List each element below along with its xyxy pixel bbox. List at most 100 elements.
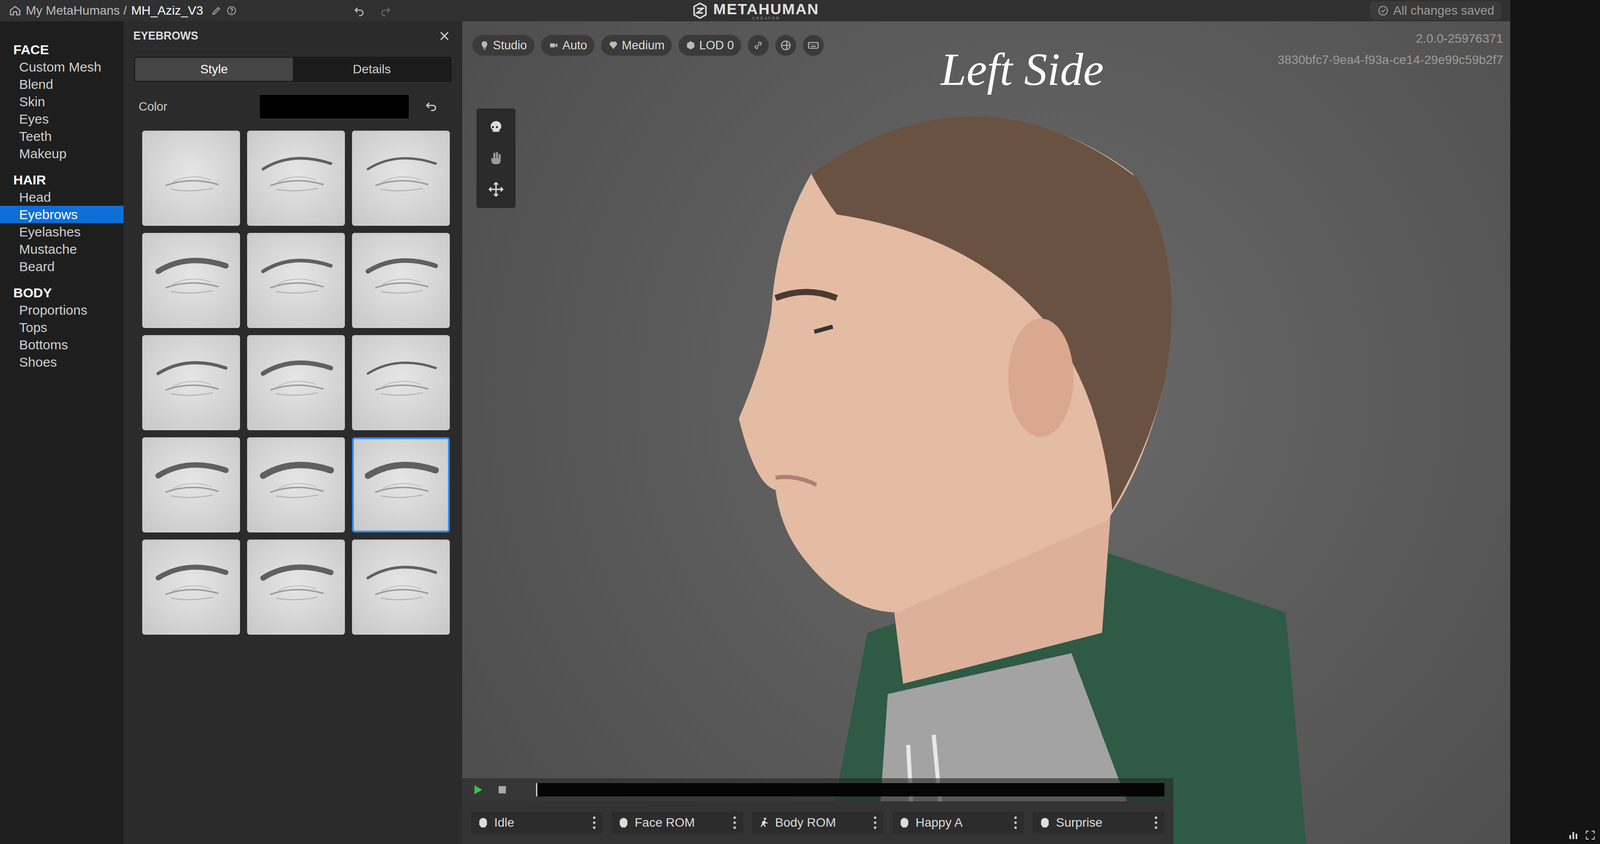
id-text: 3830bfc7-9ea4-f93a-ce14-29e99c59b2f7 [1277, 50, 1504, 70]
edit-icon[interactable] [211, 5, 222, 16]
undo-icon[interactable] [352, 4, 366, 18]
app-window: My MetaHumans /MH_Aziz_V3METAHUMANCREATO… [0, 0, 1511, 844]
eyebrow-style-card[interactable] [247, 232, 345, 328]
animation-chip[interactable]: Body ROM [752, 811, 884, 834]
eyebrow-style-card[interactable] [142, 335, 240, 431]
sidebar-item[interactable]: Mustache [0, 240, 124, 258]
more-icon[interactable] [732, 816, 737, 830]
animation-label: Idle [494, 813, 587, 832]
breadcrumb-root[interactable]: My MetaHumans / [25, 1, 127, 20]
reset-icon[interactable] [423, 99, 439, 115]
viewport-toolbar: Studio AutoMedium LOD 0 [472, 34, 824, 56]
eyebrow-style-card[interactable] [352, 539, 450, 635]
skull-icon[interactable] [488, 119, 504, 136]
eyebrow-style-card[interactable] [352, 130, 450, 226]
toolbar-button[interactable]: Medium [600, 34, 672, 56]
move-icon[interactable] [488, 181, 504, 198]
sidebar-item[interactable]: Makeup [0, 144, 124, 163]
toolbar-button[interactable]: Studio [472, 34, 535, 56]
face-icon [477, 816, 489, 829]
tab[interactable]: Details [292, 57, 451, 81]
eyebrow-style-card[interactable] [352, 232, 450, 328]
logo: METAHUMANCREATOR [691, 1, 820, 21]
sidebar-item[interactable]: Beard [0, 257, 124, 276]
color-row: Color [123, 93, 463, 120]
sidebar-item[interactable]: Tops [0, 318, 124, 336]
check-icon [1377, 4, 1389, 17]
more-icon[interactable] [1013, 816, 1018, 830]
face-icon [898, 816, 911, 829]
more-icon[interactable] [872, 816, 878, 830]
more-icon[interactable] [1153, 816, 1159, 830]
color-label: Color [138, 97, 260, 116]
right-margin [1510, 0, 1600, 844]
globe-icon [780, 39, 792, 52]
style-grid [142, 130, 450, 635]
eyebrow-style-card[interactable] [247, 130, 345, 226]
sculpt-icon[interactable] [488, 150, 504, 167]
save-status: All changes saved [1370, 1, 1502, 20]
version-text: 2.0.0-25976371 [1416, 29, 1504, 48]
eyebrows-panel: EYEBROWS StyleDetails Color [123, 21, 463, 844]
eyebrow-style-card[interactable] [142, 539, 240, 635]
logo-title: METAHUMAN [713, 1, 820, 17]
top-bar: My MetaHumans /MH_Aziz_V3METAHUMANCREATO… [0, 0, 1511, 22]
sidebar: FACECustom MeshBlendSkinEyesTeethMakeupH… [0, 21, 124, 844]
animation-chip[interactable]: Surprise [1032, 811, 1165, 834]
fullscreen-icon[interactable] [1584, 829, 1596, 841]
toolbar-icon-button[interactable] [747, 34, 769, 56]
more-icon[interactable] [592, 816, 597, 830]
animation-list: Idle Face ROM Body ROM Happy A Surprise [462, 801, 1174, 844]
sidebar-item[interactable]: Head [0, 188, 124, 206]
eyebrow-style-card[interactable] [247, 539, 345, 635]
eyebrow-style-card[interactable] [247, 335, 345, 431]
home-icon[interactable] [8, 4, 22, 17]
sidebar-item[interactable]: Proportions [0, 301, 124, 319]
camera-icon [548, 40, 560, 51]
sidebar-item[interactable]: Blend [0, 75, 124, 93]
sidebar-item[interactable]: Custom Mesh [0, 58, 124, 76]
sidebar-item[interactable]: Teeth [0, 127, 124, 145]
eyebrow-style-card[interactable] [247, 437, 345, 533]
stats-icon[interactable] [1568, 829, 1579, 841]
toolbar-label: Studio [492, 36, 528, 55]
eyebrow-style-card[interactable] [142, 232, 240, 328]
color-swatch[interactable] [259, 94, 410, 120]
sidebar-item[interactable]: Shoes [0, 353, 124, 371]
sidebar-item[interactable]: Bottoms [0, 336, 124, 354]
close-icon[interactable] [438, 29, 451, 43]
breadcrumb: My MetaHumans /MH_Aziz_V3 [8, 1, 692, 20]
toolbar-button[interactable]: LOD 0 [678, 34, 742, 56]
toolbar-button[interactable]: Auto [540, 34, 596, 56]
tab[interactable]: Style [135, 57, 293, 81]
timeline-track[interactable] [536, 783, 1165, 797]
sidebar-item[interactable]: Eyebrows [0, 205, 124, 224]
toolbar-icon-button[interactable] [775, 34, 797, 56]
animation-chip[interactable]: Idle [471, 811, 603, 834]
animation-label: Body ROM [775, 813, 868, 832]
eyebrow-style-card[interactable] [142, 437, 240, 533]
sidebar-item[interactable]: Skin [0, 92, 124, 111]
animation-label: Happy A [915, 813, 1008, 832]
help-icon[interactable] [226, 5, 237, 16]
eyebrow-style-card[interactable] [352, 437, 450, 533]
sidebar-item[interactable]: Eyes [0, 110, 124, 128]
panel-title: EYEBROWS [133, 27, 199, 45]
sidebar-item[interactable]: Eyelashes [0, 223, 124, 241]
redo-icon[interactable] [379, 4, 393, 18]
animation-chip[interactable]: Happy A [892, 811, 1024, 834]
lod-icon [685, 40, 696, 51]
sidebar-header: HAIR [0, 171, 124, 189]
link-icon [752, 39, 764, 52]
eyebrow-style-card[interactable] [352, 335, 450, 431]
stop-icon[interactable] [496, 783, 509, 796]
toolbar-icon-button[interactable] [802, 34, 824, 56]
eyebrow-style-card[interactable] [142, 130, 240, 226]
play-icon[interactable] [471, 783, 485, 797]
viewport[interactable]: Studio AutoMedium LOD 0 Left Side 2.0.0-2597… [462, 21, 1511, 844]
view-title: Left Side [906, 34, 1138, 104]
animation-chip[interactable]: Face ROM [611, 811, 744, 834]
metahuman-logo-icon [691, 1, 709, 20]
face-icon [1039, 816, 1051, 829]
animation-label: Face ROM [634, 813, 728, 832]
